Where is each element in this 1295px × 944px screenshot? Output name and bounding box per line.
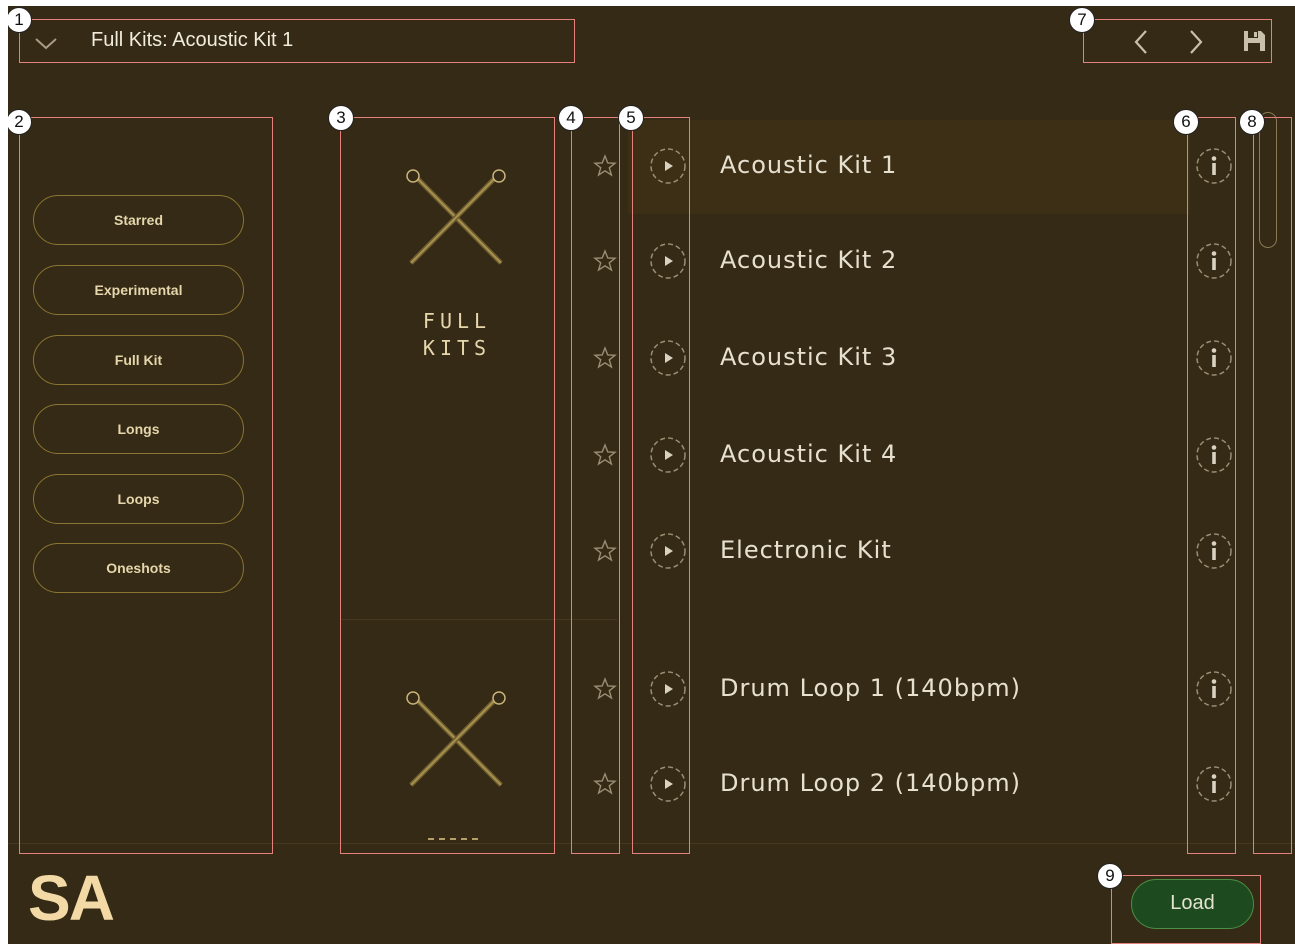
scrollbar[interactable]: [1259, 112, 1277, 248]
play-icon[interactable]: [648, 241, 688, 281]
preset-name[interactable]: Acoustic Kit 2: [720, 246, 897, 274]
play-icon[interactable]: [648, 531, 688, 571]
preset-name[interactable]: Electronic Kit: [720, 536, 892, 564]
annotation-badge-2: 2: [8, 109, 32, 135]
selected-row-highlight: [628, 120, 1190, 214]
star-icon[interactable]: [593, 772, 617, 796]
annotation-badge-1: 1: [8, 7, 32, 33]
tag-oneshots[interactable]: Oneshots: [33, 543, 244, 593]
chevron-right-icon[interactable]: [1186, 28, 1206, 56]
annotation-box-4: [571, 117, 620, 854]
star-icon[interactable]: [593, 154, 617, 178]
preset-name[interactable]: Drum Loop 1 (140bpm): [720, 674, 1021, 702]
annotation-badge-9: 9: [1097, 863, 1123, 889]
annotation-badge-5: 5: [618, 105, 644, 131]
drumsticks-icon[interactable]: [403, 166, 509, 266]
tag-experimental[interactable]: Experimental: [33, 265, 244, 315]
load-button[interactable]: Load: [1131, 879, 1254, 929]
preset-title[interactable]: Full Kits: Acoustic Kit 1: [91, 29, 293, 52]
preset-browser: Full Kits: Acoustic Kit 1 Starred Experi…: [8, 6, 1295, 944]
category-label-line2: KITS: [422, 336, 492, 360]
play-icon[interactable]: [648, 764, 688, 804]
info-icon[interactable]: [1194, 764, 1234, 804]
star-icon[interactable]: [593, 539, 617, 563]
preset-name[interactable]: Acoustic Kit 3: [720, 343, 897, 371]
info-icon[interactable]: [1194, 531, 1234, 571]
info-icon[interactable]: [1194, 669, 1234, 709]
save-icon[interactable]: [1241, 28, 1267, 54]
annotation-badge-8: 8: [1239, 109, 1265, 135]
tag-longs[interactable]: Longs: [33, 404, 244, 454]
footer-divider: [8, 843, 1295, 844]
tag-starred[interactable]: Starred: [33, 195, 244, 245]
preset-name[interactable]: Acoustic Kit 1: [720, 151, 897, 179]
info-icon[interactable]: [1194, 241, 1234, 281]
category-label-full-kits[interactable]: FULL KITS: [403, 308, 511, 362]
drumsticks-icon[interactable]: [403, 688, 509, 788]
star-icon[interactable]: [593, 249, 617, 273]
annotation-box-6: [1187, 117, 1236, 854]
info-icon[interactable]: [1194, 146, 1234, 186]
chevron-down-icon[interactable]: [33, 36, 59, 52]
info-icon[interactable]: [1194, 435, 1234, 475]
annotation-badge-3: 3: [328, 105, 354, 131]
tag-full-kit[interactable]: Full Kit: [33, 335, 244, 385]
category-separator: [342, 619, 617, 620]
annotation-box-5: [632, 117, 690, 854]
star-icon[interactable]: [593, 346, 617, 370]
star-icon[interactable]: [593, 443, 617, 467]
chevron-left-icon[interactable]: [1131, 28, 1151, 56]
annotation-badge-4: 4: [558, 105, 584, 131]
play-icon[interactable]: [648, 669, 688, 709]
preset-name[interactable]: Drum Loop 2 (140bpm): [720, 769, 1021, 797]
play-icon[interactable]: [648, 435, 688, 475]
annotation-badge-6: 6: [1173, 109, 1199, 135]
annotation-badge-7: 7: [1069, 7, 1095, 33]
play-icon[interactable]: [648, 338, 688, 378]
play-icon[interactable]: [648, 146, 688, 186]
info-icon[interactable]: [1194, 338, 1234, 378]
preset-name[interactable]: Acoustic Kit 4: [720, 440, 897, 468]
logo: SA: [28, 862, 115, 934]
tag-loops[interactable]: Loops: [33, 474, 244, 524]
category-label-line1: FULL: [422, 309, 492, 333]
star-icon[interactable]: [593, 677, 617, 701]
